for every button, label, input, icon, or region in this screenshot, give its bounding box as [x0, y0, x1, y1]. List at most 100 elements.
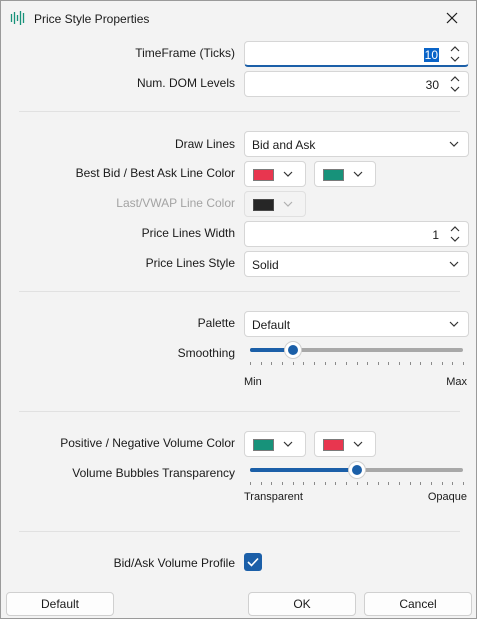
checkmark-icon: [247, 557, 259, 567]
section-divider: [19, 531, 460, 532]
slider-tick: [324, 362, 326, 365]
bid-color-swatch: [253, 169, 274, 181]
palette-value: Default: [252, 318, 291, 332]
palette-select[interactable]: Default: [244, 311, 469, 337]
default-button[interactable]: Default: [6, 592, 114, 616]
cancel-button[interactable]: Cancel: [364, 592, 472, 616]
slider-tick: [420, 362, 422, 365]
chevron-down-icon: [283, 201, 293, 207]
slider-tick: [388, 362, 390, 365]
negative-volume-color-button[interactable]: [314, 431, 376, 457]
chevron-down-icon: [449, 141, 459, 147]
smoothing-max-label: Max: [446, 376, 467, 388]
slider-tick: [281, 482, 283, 485]
slider-tick: [463, 362, 464, 365]
slider-tick: [356, 482, 358, 485]
close-icon: [446, 12, 458, 24]
slider-tick: [303, 362, 305, 365]
slider-tick: [335, 362, 337, 365]
slider-tick: [377, 362, 379, 365]
price-lines-style-select[interactable]: Solid: [244, 251, 469, 277]
slider-tick: [452, 482, 454, 485]
slider-tick: [313, 482, 315, 485]
slider-tick: [388, 482, 390, 485]
slider-tick: [271, 482, 273, 485]
slider-tick: [420, 482, 422, 485]
window-title: Price Style Properties: [34, 12, 150, 26]
slider-tick: [292, 362, 294, 365]
chevron-down-icon: [283, 171, 293, 177]
close-button[interactable]: [437, 5, 467, 31]
positive-volume-color-button[interactable]: [244, 431, 306, 457]
timeframe-value: 10: [423, 48, 439, 62]
ask-color-swatch: [323, 169, 344, 181]
dom-levels-value: 30: [425, 78, 439, 92]
volume-profile-checkbox[interactable]: [244, 553, 262, 571]
transparency-min-label: Transparent: [244, 491, 303, 503]
price-lines-style-label: Price Lines Style: [145, 256, 235, 270]
spin-arrows-icon[interactable]: [448, 44, 462, 64]
palette-label: Palette: [197, 316, 235, 330]
slider-tick: [303, 482, 305, 485]
spin-arrows-icon[interactable]: [448, 224, 462, 244]
price-style-properties-dialog: Price Style Properties TimeFrame (Ticks)…: [0, 0, 477, 619]
bid-color-button[interactable]: [244, 161, 306, 187]
slider-tick: [399, 362, 401, 365]
smoothing-slider[interactable]: [244, 340, 469, 360]
price-lines-width-label: Price Lines Width: [141, 226, 235, 240]
slider-tick: [399, 482, 401, 485]
ok-button[interactable]: OK: [248, 592, 356, 616]
price-lines-style-value: Solid: [252, 258, 279, 272]
smoothing-min-label: Min: [244, 376, 262, 388]
spin-arrows-icon[interactable]: [448, 74, 462, 94]
timeframe-label: TimeFrame (Ticks): [135, 46, 235, 60]
ask-color-button[interactable]: [314, 161, 376, 187]
dom-levels-label: Num. DOM Levels: [136, 76, 235, 90]
slider-tick: [281, 362, 283, 365]
slider-thumb[interactable]: [347, 461, 366, 479]
bid-ask-color-label: Best Bid / Best Ask Line Color: [75, 166, 235, 180]
dom-levels-spinbox[interactable]: 30: [244, 71, 469, 97]
slider-tick: [367, 482, 369, 485]
transparency-slider[interactable]: [244, 460, 469, 480]
smoothing-label: Smoothing: [177, 346, 235, 360]
draw-lines-value: Bid and Ask: [252, 138, 316, 152]
price-lines-width-spinbox[interactable]: 1: [244, 221, 469, 247]
slider-tick: [250, 482, 251, 485]
section-divider: [19, 291, 460, 292]
slider-fill: [250, 468, 357, 472]
section-divider: [19, 411, 460, 412]
slider-tick: [271, 362, 273, 365]
chevron-down-icon: [353, 171, 363, 177]
slider-tick: [345, 482, 347, 485]
slider-tick: [260, 482, 262, 485]
slider-tick: [452, 362, 454, 365]
slider-tick: [313, 362, 315, 365]
slider-tick: [324, 482, 326, 485]
slider-tick: [431, 362, 433, 365]
slider-tick: [250, 362, 251, 365]
transparency-ticks: [244, 482, 469, 486]
timeframe-spinbox[interactable]: 10: [244, 41, 469, 67]
chevron-down-icon: [449, 321, 459, 327]
last-vwap-color-label: Last/VWAP Line Color: [116, 196, 235, 210]
draw-lines-select[interactable]: Bid and Ask: [244, 131, 469, 157]
chevron-down-icon: [449, 261, 459, 267]
slider-tick: [345, 362, 347, 365]
positive-color-swatch: [253, 439, 274, 451]
slider-tick: [409, 482, 411, 485]
slider-tick: [367, 362, 369, 365]
slider-tick: [335, 482, 337, 485]
slider-tick: [463, 482, 464, 485]
volume-profile-label: Bid/Ask Volume Profile: [113, 556, 235, 570]
slider-thumb[interactable]: [283, 341, 302, 359]
last-vwap-color-button: [244, 191, 306, 217]
section-divider: [19, 111, 460, 112]
slider-tick: [441, 482, 443, 485]
slider-tick: [431, 482, 433, 485]
transparency-max-label: Opaque: [427, 491, 467, 503]
slider-tick: [441, 362, 443, 365]
slider-tick: [356, 362, 358, 365]
last-vwap-color-swatch: [253, 199, 274, 211]
price-chart-icon: [10, 10, 26, 26]
